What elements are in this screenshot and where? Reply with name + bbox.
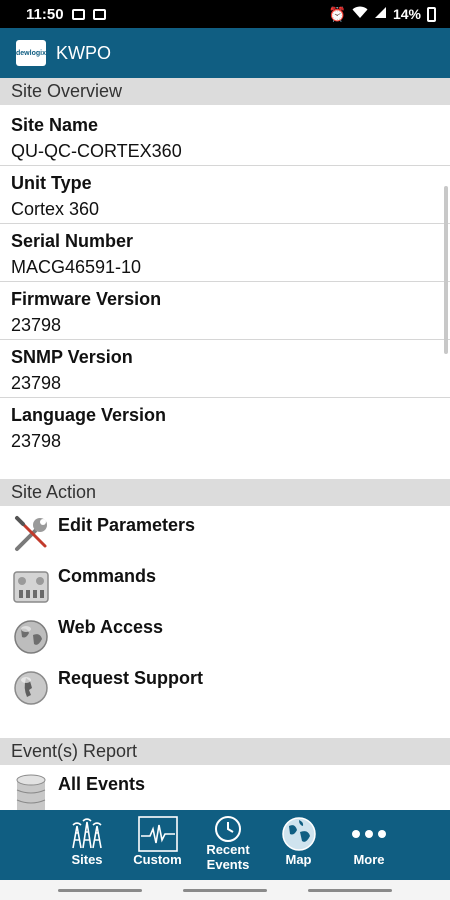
info-label: Language Version [11,405,167,425]
section-header-events-report: Event(s) Report [0,738,450,765]
section-header-site-action: Site Action [0,479,450,506]
tab-label: More [353,852,385,867]
bottom-tab-bar: Sites Custom Recent Events Map More [0,810,450,880]
action-label: Commands [58,566,157,586]
action-label: All Events [58,774,146,794]
app-title: KWPO [56,42,112,63]
action-all-events[interactable]: All Events [0,768,450,810]
action-web-access[interactable]: Web Access [0,611,450,662]
control-panel-icon [12,566,50,604]
tab-custom[interactable]: Custom [129,810,187,880]
nav-recents-pill[interactable] [308,889,392,892]
action-label: Request Support [58,668,204,688]
info-value: 23798 [11,315,62,335]
tab-recent-events[interactable]: Recent Events [199,810,257,880]
info-label: Site Name [11,115,99,135]
info-label: Serial Number [11,231,134,251]
action-request-support[interactable]: Request Support [0,662,450,713]
mail-notification-icon [92,8,106,20]
info-label: Firmware Version [11,289,162,309]
waveform-icon [137,816,178,852]
battery-icon [427,6,436,22]
nav-home-pill[interactable] [183,889,267,892]
phone-icon [12,668,50,706]
database-icon [12,774,50,810]
app-logo: dewlogix [16,40,46,66]
tab-more[interactable]: More [340,810,398,880]
info-row-serial-number: Serial Number MACG46591-10 [0,224,450,282]
info-value: 23798 [11,373,62,393]
info-row-snmp-version: SNMP Version 23798 [0,340,450,398]
info-value: MACG46591-10 [11,257,142,277]
action-label: Web Access [58,617,164,637]
clock-icon [214,816,242,842]
info-row-firmware-version: Firmware Version 23798 [0,282,450,340]
more-dots-icon [351,816,387,852]
action-edit-parameters[interactable]: Edit Parameters [0,509,450,560]
battery-level: 14% [392,6,421,22]
info-row-site-name: Site Name QU-QC-CORTEX360 [0,108,450,166]
section-header-site-overview: Site Overview [0,78,450,105]
tab-label: Map [285,852,312,867]
clock: 11:50 [26,5,64,23]
tab-label: Sites [71,852,103,867]
tab-label: Recent Events [206,842,250,872]
info-row-unit-type: Unit Type Cortex 360 [0,166,450,224]
wifi-icon [352,6,368,22]
alarm-icon: ⏰ [328,5,346,22]
app-logo-text: dewlogix [16,49,46,57]
nav-back-pill[interactable] [58,889,142,892]
status-bar: 11:50 ⏰ 14% [0,0,450,28]
wrench-screwdriver-icon [12,515,50,553]
towers-icon [67,816,107,852]
app-bar: dewlogix KWPO [0,28,450,78]
info-value: QU-QC-CORTEX360 [11,141,182,161]
info-label: SNMP Version [11,347,133,367]
globe-icon [281,816,317,852]
system-nav-bar [0,880,450,900]
info-label: Unit Type [11,173,92,193]
info-row-language-version: Language Version 23798 [0,398,450,456]
action-commands[interactable]: Commands [0,560,450,611]
globe-icon [12,617,50,655]
tab-map[interactable]: Map [270,810,328,880]
info-value: Cortex 360 [11,199,100,219]
tab-label: Custom [133,852,182,867]
gallery-notification-icon [71,8,85,20]
signal-icon [374,6,387,22]
action-label: Edit Parameters [58,515,196,535]
tab-sites[interactable]: Sites [58,810,116,880]
scrollbar[interactable] [444,186,448,354]
info-value: 23798 [11,431,62,451]
